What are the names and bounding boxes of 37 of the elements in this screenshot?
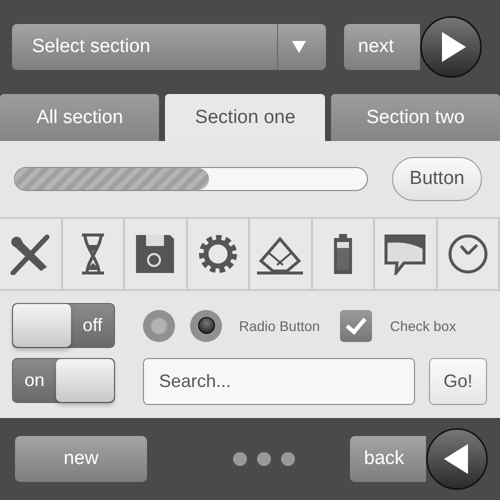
new-button[interactable]: new [15, 436, 147, 482]
radio-label: Radio Button [239, 318, 320, 334]
page-dot[interactable] [232, 452, 246, 466]
check-icon [344, 316, 368, 336]
play-icon[interactable] [420, 16, 482, 78]
button[interactable]: Button [392, 157, 482, 201]
go-button[interactable]: Go! [429, 358, 487, 405]
page-dot[interactable] [280, 452, 294, 466]
section-dropdown[interactable]: Select section [12, 24, 326, 70]
speech-bubble-icon [382, 233, 428, 275]
page-dot[interactable] [256, 452, 270, 466]
toggle-knob[interactable] [56, 359, 114, 402]
checkbox-label: Check box [390, 318, 456, 334]
next-button[interactable]: next [344, 24, 420, 70]
toggle-switch[interactable]: off [12, 303, 115, 348]
toggle-knob[interactable] [13, 304, 71, 347]
toolbar-button[interactable] [62, 219, 125, 289]
toolbar-button[interactable] [438, 219, 500, 289]
hourglass-icon [80, 233, 106, 275]
radio-button[interactable] [143, 310, 175, 342]
tab[interactable]: All section [0, 94, 160, 141]
back-button[interactable]: back [350, 436, 426, 482]
checkbox[interactable] [340, 310, 372, 342]
clock-icon [446, 233, 489, 275]
dropdown-value: Select section [32, 36, 150, 58]
gear-icon [196, 233, 239, 275]
toggle-label: on [23, 370, 46, 391]
caret-icon [292, 40, 306, 52]
tab[interactable]: Section one [165, 94, 325, 141]
radio-button[interactable] [190, 310, 222, 342]
toggle-label: off [82, 315, 104, 336]
toolbar-button[interactable] [312, 219, 375, 289]
search-field[interactable]: Search... [143, 358, 415, 405]
toolbar-button[interactable] [188, 219, 250, 289]
tab[interactable]: Section two [330, 94, 500, 141]
battery-icon [332, 233, 354, 275]
toggle-switch[interactable]: on [12, 358, 115, 403]
